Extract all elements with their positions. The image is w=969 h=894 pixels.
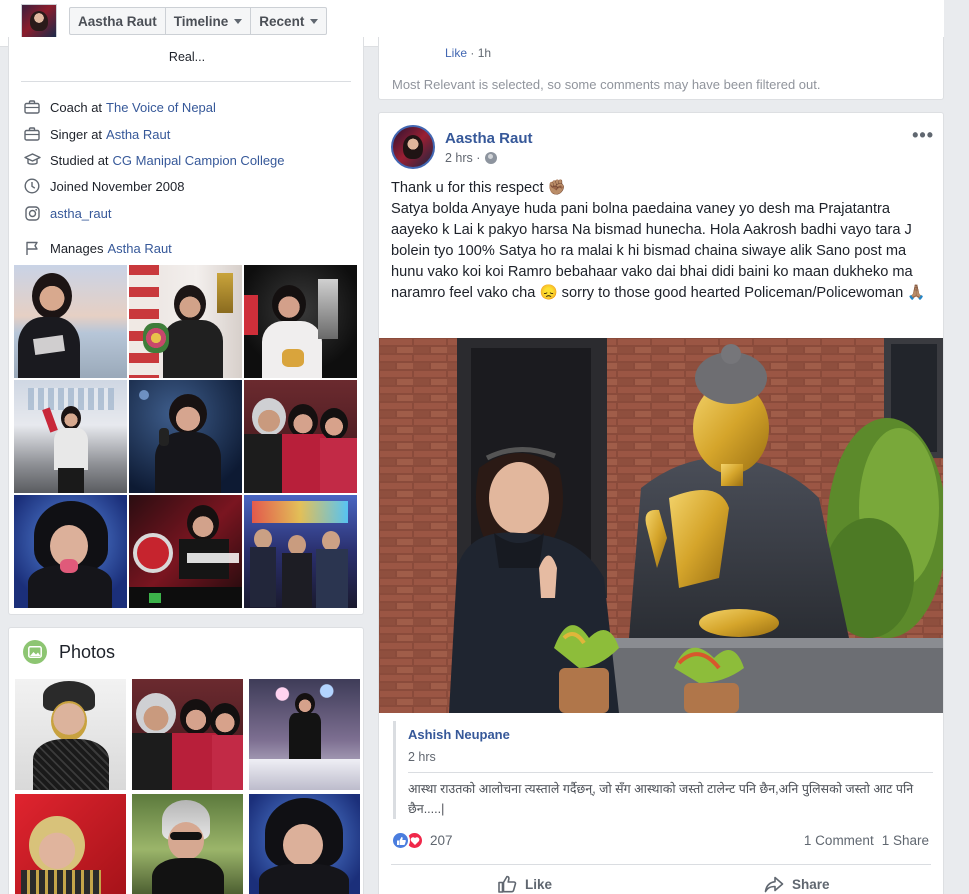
page-avatar-thumbnail[interactable] bbox=[21, 4, 57, 38]
intro-card: Real... Coach at The Voice of Nepal Singe… bbox=[8, 37, 364, 615]
post-engagement-counts: 1 Comment 1 Share bbox=[804, 833, 929, 848]
divider bbox=[21, 81, 351, 82]
featured-photo-6[interactable] bbox=[244, 380, 357, 493]
flag-icon bbox=[23, 240, 41, 256]
shared-time[interactable]: 2 hrs bbox=[408, 750, 436, 764]
chevron-down-icon bbox=[234, 18, 243, 24]
photo-thumb-1[interactable] bbox=[15, 679, 126, 790]
post-timestamp: 2 hrs · bbox=[445, 151, 498, 165]
shared-quote: Ashish Neupane 2 hrs आस्था राउतको आलोचना… bbox=[393, 721, 933, 819]
comment-filter-note: Most Relevant is selected, so some comme… bbox=[392, 77, 821, 92]
photo-thumb-3[interactable] bbox=[249, 679, 360, 790]
intro-row-work-2: Singer at Astha Raut bbox=[23, 126, 170, 142]
like-reaction-icon bbox=[391, 831, 410, 850]
intro-link-astha-raut[interactable]: Astha Raut bbox=[106, 127, 170, 142]
more-options-icon[interactable]: ••• bbox=[912, 125, 934, 146]
post-author-avatar[interactable] bbox=[391, 125, 435, 169]
post-text: Thank u for this respect ✊🏽 Satya bolda … bbox=[391, 178, 936, 304]
previous-post-comments-tail: Like · 1h Most Relevant is selected, so … bbox=[378, 37, 944, 100]
photo-thumb-6[interactable] bbox=[249, 794, 360, 894]
separator-dot: · bbox=[472, 151, 481, 165]
chevron-down-icon bbox=[310, 18, 319, 24]
briefcase-icon bbox=[23, 99, 41, 115]
nav-timeline-button[interactable]: Timeline bbox=[166, 8, 252, 34]
clock-icon bbox=[23, 178, 41, 194]
globe-icon bbox=[485, 152, 498, 164]
post-photo-illustration bbox=[379, 338, 943, 713]
photos-grid bbox=[15, 679, 360, 894]
share-arrow-icon bbox=[764, 876, 784, 893]
intro-row-joined: Joined November 2008 bbox=[23, 178, 184, 194]
photo-thumb-5[interactable] bbox=[132, 794, 243, 894]
featured-photo-8[interactable] bbox=[129, 495, 242, 608]
featured-photo-grid bbox=[14, 265, 357, 608]
comment-actions: Like · 1h bbox=[445, 46, 491, 60]
briefcase-icon bbox=[23, 126, 41, 142]
comment-separator: · bbox=[470, 46, 478, 60]
featured-photo-1[interactable] bbox=[14, 265, 127, 378]
comments-count-link[interactable]: 1 Comment bbox=[804, 833, 874, 848]
nav-page-name-button[interactable]: Aastha Raut bbox=[70, 8, 166, 34]
intro-link-college[interactable]: CG Manipal Campion College bbox=[113, 153, 285, 168]
share-button[interactable]: Share bbox=[764, 875, 830, 893]
photos-icon bbox=[23, 640, 47, 664]
intro-row-work-1: Coach at The Voice of Nepal bbox=[23, 99, 216, 115]
intro-row-education: Studied at CG Manipal Campion College bbox=[23, 152, 285, 168]
featured-photo-3[interactable] bbox=[244, 265, 357, 378]
thumbs-up-icon bbox=[498, 875, 517, 893]
instagram-icon bbox=[23, 205, 41, 221]
featured-photo-7[interactable] bbox=[14, 495, 127, 608]
like-button[interactable]: Like bbox=[497, 875, 552, 893]
shared-text: आस्था राउतको आलोचना त्यस्ताले गर्दैछन्, … bbox=[408, 782, 914, 816]
divider bbox=[408, 772, 933, 773]
post-author-name[interactable]: Aastha Raut bbox=[445, 130, 533, 147]
page-nav-buttons: Aastha Raut Timeline Recent bbox=[69, 7, 328, 35]
photos-card: Photos bbox=[8, 627, 364, 894]
intro-row-instagram: astha_raut bbox=[23, 205, 111, 221]
featured-photo-4[interactable] bbox=[14, 380, 127, 493]
post-time-link[interactable]: 2 hrs bbox=[445, 151, 473, 165]
photos-header[interactable]: Photos bbox=[23, 640, 115, 664]
intro-link-voice-of-nepal[interactable]: The Voice of Nepal bbox=[106, 100, 216, 115]
featured-photo-9[interactable] bbox=[244, 495, 357, 608]
nav-recent-button[interactable]: Recent bbox=[251, 8, 326, 34]
reaction-count: 207 bbox=[430, 833, 453, 848]
photo-thumb-2[interactable] bbox=[132, 679, 243, 790]
post-text-line-1: Thank u for this respect ✊🏽 bbox=[391, 180, 566, 196]
photos-title: Photos bbox=[59, 641, 116, 662]
reactions-summary[interactable]: 207 bbox=[391, 831, 453, 850]
photo-thumb-4[interactable] bbox=[15, 794, 126, 894]
intro-link-instagram[interactable]: astha_raut bbox=[50, 206, 111, 221]
shares-count-link[interactable]: 1 Share bbox=[882, 833, 929, 848]
featured-photo-2[interactable] bbox=[129, 265, 242, 378]
shared-author[interactable]: Ashish Neupane bbox=[408, 727, 510, 742]
post-card: Aastha Raut 2 hrs · ••• Thank u for this… bbox=[378, 112, 944, 894]
comment-time: 1h bbox=[477, 46, 492, 60]
featured-photo-5[interactable] bbox=[129, 380, 242, 493]
divider bbox=[391, 864, 931, 865]
comment-like-link[interactable]: Like bbox=[445, 46, 467, 60]
intro-bio-tail: Real... bbox=[168, 50, 206, 64]
post-text-line-2: Satya bolda Anyaye huda pani bolna paeda… bbox=[391, 201, 926, 301]
intro-row-manages: Manages Astha Raut bbox=[23, 240, 172, 256]
graduation-cap-icon bbox=[23, 152, 41, 168]
post-photo[interactable] bbox=[379, 338, 943, 713]
intro-link-managed-page[interactable]: Astha Raut bbox=[107, 241, 171, 256]
